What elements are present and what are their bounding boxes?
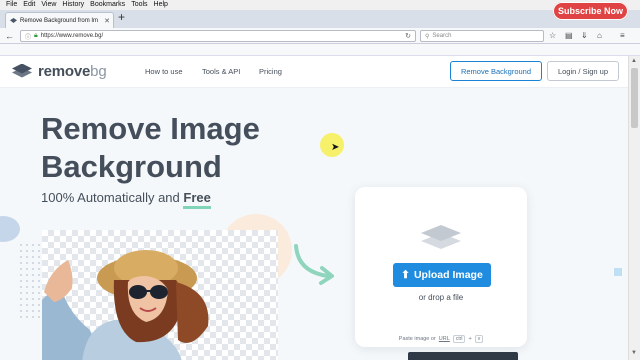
upload-icon: ⬆ xyxy=(401,269,410,281)
search-icon: ⚲ xyxy=(425,33,430,40)
reload-icon[interactable]: ↻ xyxy=(405,32,411,40)
free-highlight: Free xyxy=(183,190,211,209)
library-icon[interactable]: ▤ xyxy=(565,31,573,40)
menu-view[interactable]: View xyxy=(41,0,56,10)
key-ctrl: ctrl xyxy=(452,335,466,343)
layers-logo-icon xyxy=(12,63,32,80)
menu-edit[interactable]: Edit xyxy=(23,0,35,10)
page-scrollbar[interactable]: ▲ ▼ xyxy=(628,56,640,360)
search-placeholder: Search xyxy=(432,33,452,39)
download-icon[interactable]: ⇓ xyxy=(581,31,588,40)
hero-subtitle: 100% Automatically and Free xyxy=(41,190,211,209)
drop-file-text: or drop a file xyxy=(418,293,464,302)
upload-image-button[interactable]: ⬆ Upload Image xyxy=(393,263,491,287)
decorative-blob xyxy=(0,216,20,242)
login-signup-button[interactable]: Login / Sign up xyxy=(547,61,619,81)
navigation-toolbar: ← ⓘ 🔒︎ https://www.remove.bg/ ↻ ⚲ Search… xyxy=(0,28,640,44)
menu-bookmarks[interactable]: Bookmarks xyxy=(90,0,125,10)
close-tab-icon[interactable]: ✕ xyxy=(104,17,110,25)
url-text: https://www.remove.bg/ xyxy=(40,33,104,39)
menu-bar: File Edit View History Bookmarks Tools H… xyxy=(0,0,640,10)
subscribe-now-button[interactable]: Subscribe Now xyxy=(553,2,628,20)
paste-url-link[interactable]: URL xyxy=(439,336,450,342)
site-header: removebg How to use Tools & API Pricing … xyxy=(0,56,628,88)
search-field[interactable]: ⚲ Search xyxy=(420,30,544,42)
scroll-up-icon[interactable]: ▲ xyxy=(631,58,637,64)
image-stack-icon xyxy=(421,225,461,249)
menu-history[interactable]: History xyxy=(62,0,84,10)
key-v: v xyxy=(474,335,484,343)
new-tab-button[interactable]: + xyxy=(118,10,125,24)
bookmarks-toolbar xyxy=(0,44,640,56)
menu-tools[interactable]: Tools xyxy=(131,0,147,10)
remove-background-button[interactable]: Remove Background xyxy=(450,61,542,81)
removebg-favicon-icon xyxy=(10,18,17,23)
decorative-square xyxy=(614,268,622,276)
tab-title: Remove Background from Im xyxy=(20,17,99,24)
home-icon[interactable]: ⌂ xyxy=(597,31,602,40)
address-bar[interactable]: ⓘ 🔒︎ https://www.remove.bg/ ↻ xyxy=(20,30,416,42)
tab-remove-bg[interactable]: Remove Background from Im ✕ xyxy=(5,12,114,28)
hamburger-menu-icon[interactable]: ≡ xyxy=(620,31,625,40)
logo-text: removebg xyxy=(38,63,107,80)
tab-strip: Remove Background from Im ✕ + xyxy=(0,10,640,28)
partial-dark-banner xyxy=(408,352,518,360)
mouse-pointer-icon: ➤ xyxy=(331,142,340,153)
upload-card[interactable]: ⬆ Upload Image or drop a file xyxy=(355,187,527,347)
bookmark-star-icon[interactable]: ☆ xyxy=(549,31,556,40)
menu-file[interactable]: File xyxy=(6,0,17,10)
hero-title: Remove Image Background xyxy=(41,111,260,184)
curved-arrow-icon xyxy=(294,244,334,285)
lock-icon: 🔒︎ xyxy=(34,32,38,39)
decorative-dots xyxy=(18,242,40,322)
nav-pricing[interactable]: Pricing xyxy=(259,67,282,76)
woman-with-hat-image xyxy=(42,250,209,360)
nav-how-to-use[interactable]: How to use xyxy=(145,67,183,76)
paste-hint: Paste image or URL ctrl + v xyxy=(355,332,527,346)
back-arrow-icon[interactable]: ← xyxy=(5,31,14,41)
info-icon[interactable]: ⓘ xyxy=(25,32,31,41)
menu-help[interactable]: Help xyxy=(154,0,168,10)
web-page: removebg How to use Tools & API Pricing … xyxy=(0,56,628,360)
scroll-thumb[interactable] xyxy=(631,68,638,128)
scroll-down-icon[interactable]: ▼ xyxy=(631,350,637,356)
site-logo[interactable]: removebg xyxy=(12,63,107,80)
nav-tools-api[interactable]: Tools & API xyxy=(202,67,240,76)
upload-image-label: Upload Image xyxy=(413,269,483,281)
